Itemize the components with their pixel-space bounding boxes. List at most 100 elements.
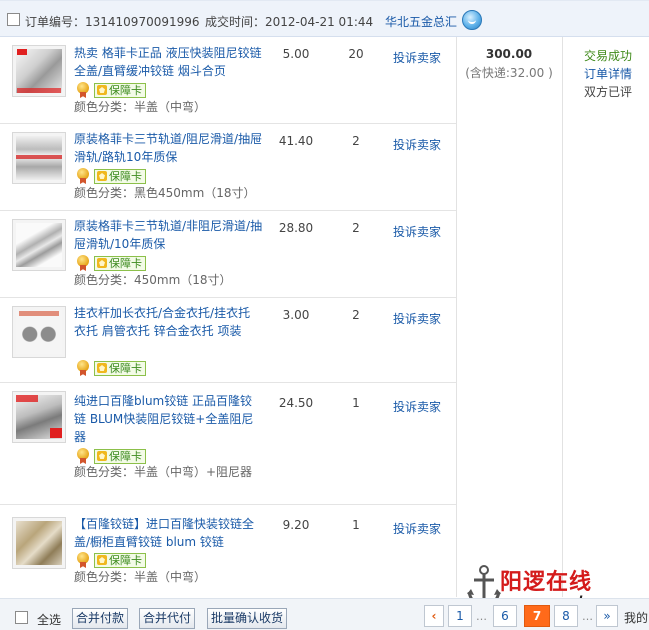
product-title-link[interactable]: 原装格菲卡三节轨道/非阻尼滑道/抽屉滑轨/10年质保 bbox=[74, 217, 264, 253]
column-divider bbox=[562, 37, 563, 597]
quantity: 1 bbox=[352, 396, 360, 410]
complain-seller-link[interactable]: 投诉卖家 bbox=[384, 223, 450, 240]
order-item-row: 原装格菲卡三节轨道/非阻尼滑道/抽屉滑轨/10年质保 保障卡 颜色分类：450m… bbox=[0, 211, 456, 298]
complain-seller-link[interactable]: 投诉卖家 bbox=[384, 49, 450, 66]
medal-icon bbox=[76, 255, 90, 271]
order-item-row: 热卖 格菲卡正品 液压快装阻尼铰链 全盖/直臂缓冲铰链 烟斗合页 保障卡 颜色分… bbox=[0, 37, 456, 124]
seller-link[interactable]: 华北五金总汇 bbox=[385, 13, 457, 30]
guarantee-label: 保障卡 bbox=[109, 450, 142, 463]
quantity: 20 bbox=[348, 47, 364, 61]
trade-status: 交易成功 bbox=[584, 49, 633, 63]
complain-seller-link[interactable]: 投诉卖家 bbox=[384, 136, 450, 153]
product-thumbnail[interactable] bbox=[12, 219, 66, 271]
medal-icon bbox=[76, 360, 90, 376]
pager-ellipsis: … bbox=[476, 610, 487, 623]
quantity: 1 bbox=[352, 518, 360, 532]
product-attribute: 颜色分类：半盖（中弯） bbox=[74, 570, 207, 584]
complain-seller-link[interactable]: 投诉卖家 bbox=[384, 398, 450, 415]
my-link[interactable]: 我的 bbox=[624, 609, 648, 626]
order-checkbox[interactable] bbox=[7, 13, 20, 26]
pager-ellipsis: … bbox=[582, 610, 593, 623]
guarantee-badge[interactable]: 保障卡 bbox=[94, 552, 146, 568]
product-thumbnail[interactable] bbox=[12, 45, 66, 97]
product-attribute: 颜色分类：黑色450mm（18寸） bbox=[74, 186, 256, 200]
product-title-link[interactable]: 热卖 格菲卡正品 液压快装阻尼铰链 全盖/直臂缓冲铰链 烟斗合页 bbox=[74, 44, 264, 80]
quantity: 2 bbox=[352, 134, 360, 148]
quantity: 2 bbox=[352, 221, 360, 235]
product-title-link[interactable]: 【百隆铰链】进口百隆快装铰链全盖/橱柜直臂铰链 blum 铰链 bbox=[74, 515, 264, 551]
unit-price: 3.00 bbox=[282, 308, 310, 322]
guarantee-label: 保障卡 bbox=[109, 362, 142, 375]
complain-seller-link[interactable]: 投诉卖家 bbox=[384, 310, 450, 327]
deal-time: 成交时间：2012-04-21 01:44 bbox=[205, 15, 374, 29]
pager-page[interactable]: 8 bbox=[554, 605, 578, 627]
pager-prev-button[interactable]: ‹ bbox=[424, 605, 444, 627]
product-thumbnail[interactable] bbox=[12, 517, 66, 569]
product-thumbnail[interactable] bbox=[12, 132, 66, 184]
select-all-label: 全选 bbox=[37, 613, 62, 627]
guarantee-label: 保障卡 bbox=[109, 84, 142, 97]
badges: 保障卡 bbox=[76, 551, 146, 569]
product-attribute: 颜色分类：半盖（中弯） bbox=[74, 100, 207, 114]
unit-price: 9.20 bbox=[282, 518, 310, 532]
guarantee-icon bbox=[97, 451, 107, 461]
order-total: 300.00 (含快递:32.00 ) bbox=[456, 37, 562, 81]
badges: 保障卡 bbox=[76, 359, 146, 377]
medal-icon bbox=[76, 552, 90, 568]
badges: 保障卡 bbox=[76, 167, 146, 185]
column-divider bbox=[456, 37, 457, 597]
guarantee-icon bbox=[97, 555, 107, 565]
order-item-row: 【百隆铰链】进口百隆快装铰链全盖/橱柜直臂铰链 blum 铰链 保障卡 颜色分类… bbox=[0, 505, 456, 598]
rating-status: 双方已评 bbox=[584, 85, 633, 99]
order-detail-link[interactable]: 订单详情 bbox=[584, 65, 649, 83]
badges: 保障卡 bbox=[76, 254, 146, 272]
product-thumbnail[interactable] bbox=[12, 391, 66, 443]
order-header: 订单编号：131410970091996 成交时间：2012-04-21 01:… bbox=[0, 0, 649, 37]
guarantee-label: 保障卡 bbox=[109, 257, 142, 270]
guarantee-badge[interactable]: 保障卡 bbox=[94, 255, 146, 271]
badges: 保障卡 bbox=[76, 81, 146, 99]
guarantee-label: 保障卡 bbox=[109, 554, 142, 567]
pager-next-button[interactable]: » bbox=[596, 605, 618, 627]
merge-pay-button[interactable]: 合并付款 bbox=[72, 608, 129, 629]
guarantee-badge[interactable]: 保障卡 bbox=[94, 360, 146, 376]
wangwang-chat-icon[interactable] bbox=[462, 10, 482, 30]
pager-page[interactable]: 6 bbox=[493, 605, 517, 627]
pager-page[interactable]: 1 bbox=[448, 605, 472, 627]
guarantee-badge[interactable]: 保障卡 bbox=[94, 448, 146, 464]
guarantee-label: 保障卡 bbox=[109, 170, 142, 183]
complain-seller-link[interactable]: 投诉卖家 bbox=[384, 520, 450, 537]
guarantee-badge[interactable]: 保障卡 bbox=[94, 82, 146, 98]
unit-price: 5.00 bbox=[282, 47, 310, 61]
guarantee-icon bbox=[97, 363, 107, 373]
product-attribute: 颜色分类：450mm（18寸） bbox=[74, 273, 232, 287]
guarantee-badge[interactable]: 保障卡 bbox=[94, 168, 146, 184]
unit-price: 24.50 bbox=[278, 396, 314, 410]
shipping-fee: (含快递:32.00 ) bbox=[465, 66, 553, 80]
medal-icon bbox=[76, 448, 90, 464]
order-item-row: 纯进口百隆blum铰链 正品百隆铰链 BLUM快装阻尼铰链+全盖阻尼器 保障卡 … bbox=[0, 383, 456, 505]
guarantee-icon bbox=[97, 85, 107, 95]
guarantee-icon bbox=[97, 171, 107, 181]
quantity: 2 bbox=[352, 308, 360, 322]
batch-action-bar: 全选 合并付款 合并代付 批量确认收货 bbox=[0, 598, 649, 630]
watermark-brand: 阳逻在线 bbox=[500, 570, 593, 595]
batch-confirm-receipt-button[interactable]: 批量确认收货 bbox=[207, 608, 288, 629]
guarantee-icon bbox=[97, 258, 107, 268]
order-item-row: 挂衣杆加长衣托/合金衣托/挂衣托 衣托 肩管衣托 锌合金衣托 项装 保障卡 3.… bbox=[0, 298, 456, 383]
total-amount: 300.00 bbox=[485, 47, 533, 61]
order-status: 交易成功 订单详情 双方已评 bbox=[584, 47, 649, 101]
merge-proxy-pay-button[interactable]: 合并代付 bbox=[139, 608, 196, 629]
product-title-link[interactable]: 原装格菲卡三节轨道/阻尼滑道/抽屉滑轨/路轨10年质保 bbox=[74, 130, 264, 166]
medal-icon bbox=[76, 82, 90, 98]
product-title-link[interactable]: 挂衣杆加长衣托/合金衣托/挂衣托 衣托 肩管衣托 锌合金衣托 项装 bbox=[74, 304, 264, 340]
unit-price: 41.40 bbox=[278, 134, 314, 148]
medal-icon bbox=[76, 168, 90, 184]
product-title-link[interactable]: 纯进口百隆blum铰链 正品百隆铰链 BLUM快装阻尼铰链+全盖阻尼器 bbox=[74, 392, 264, 446]
product-attribute: 颜色分类：半盖（中弯）+阻尼器 bbox=[74, 465, 253, 479]
select-all-checkbox[interactable] bbox=[15, 611, 28, 624]
pager-page-current[interactable]: 7 bbox=[524, 605, 550, 627]
unit-price: 28.80 bbox=[278, 221, 314, 235]
order-item-row: 原装格菲卡三节轨道/阻尼滑道/抽屉滑轨/路轨10年质保 保障卡 颜色分类：黑色4… bbox=[0, 124, 456, 211]
product-thumbnail[interactable] bbox=[12, 306, 66, 358]
